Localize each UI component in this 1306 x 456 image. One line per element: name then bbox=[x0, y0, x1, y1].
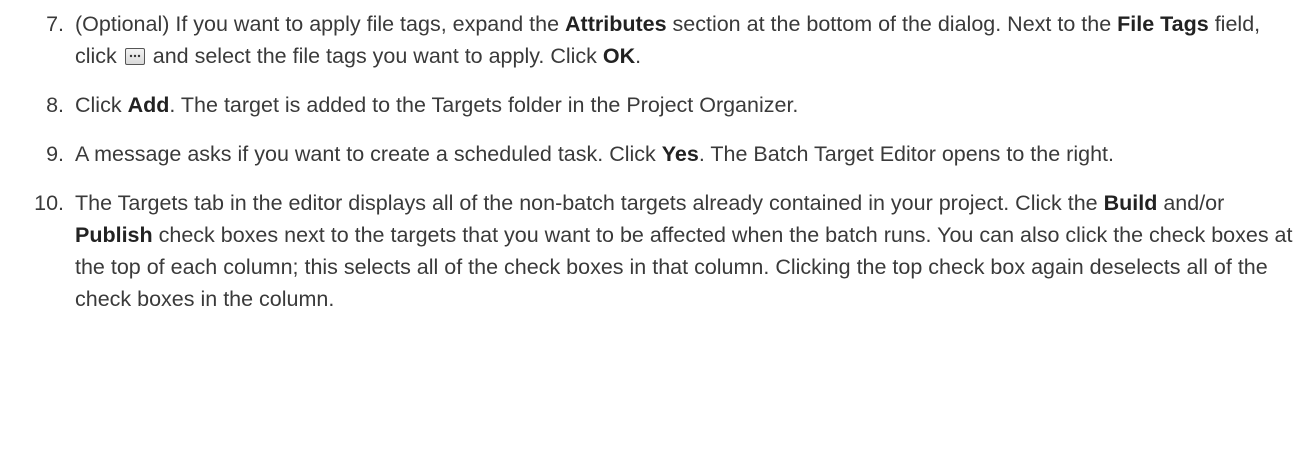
ui-term-publish: Publish bbox=[75, 223, 153, 247]
step-text: . The Batch Target Editor opens to the r… bbox=[698, 142, 1114, 166]
step-text: A message asks if you want to create a s… bbox=[75, 142, 662, 166]
step-10: 10. The Targets tab in the editor display… bbox=[0, 187, 1306, 315]
step-number: 9. bbox=[46, 142, 64, 166]
step-number: 10. bbox=[34, 191, 64, 215]
instruction-step-list: 7. (Optional) If you want to apply file t… bbox=[0, 8, 1306, 332]
step-text: The Targets tab in the editor displays a… bbox=[75, 191, 1104, 215]
step-9: 9. A message asks if you want to create a… bbox=[0, 138, 1306, 170]
step-text: Click bbox=[75, 93, 128, 117]
step-number: 8. bbox=[46, 93, 64, 117]
step-8: 8. Click Add. The target is added to the … bbox=[0, 89, 1306, 121]
ui-term-ok: OK bbox=[602, 44, 636, 68]
ui-term-add: Add bbox=[127, 93, 170, 117]
step-text: and select the file tags you want to app… bbox=[146, 44, 603, 68]
step-text: (Optional) If you want to apply file tag… bbox=[75, 12, 566, 36]
browse-ellipsis-button-icon bbox=[124, 48, 145, 65]
ui-term-file-tags: File Tags bbox=[1117, 12, 1209, 36]
step-text: and/or bbox=[1157, 191, 1225, 215]
ui-term-yes: Yes bbox=[661, 142, 699, 166]
step-text: check boxes next to the targets that you… bbox=[75, 223, 1293, 311]
step-number: 7. bbox=[46, 12, 64, 36]
step-text: . The target is added to the Targets fol… bbox=[169, 93, 799, 117]
ui-term-build: Build bbox=[1103, 191, 1158, 215]
step-text: . bbox=[635, 44, 642, 68]
ui-term-attributes: Attributes bbox=[565, 12, 667, 36]
step-7: 7. (Optional) If you want to apply file t… bbox=[0, 8, 1306, 72]
step-text: section at the bottom of the dialog. Nex… bbox=[666, 12, 1118, 36]
